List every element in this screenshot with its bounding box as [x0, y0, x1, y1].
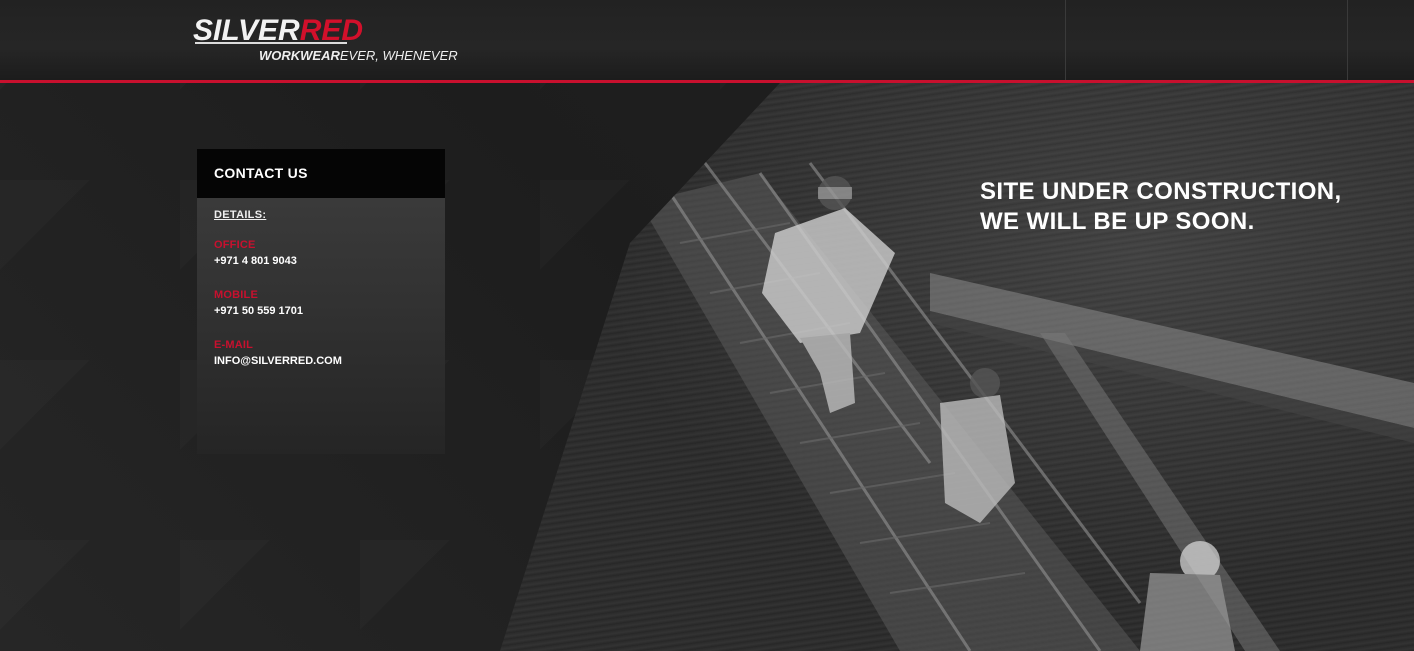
- hero-photo: [500, 83, 1414, 651]
- mobile-phone[interactable]: +971 50 559 1701: [214, 303, 428, 319]
- email-link[interactable]: INFO@SILVERRED.COM: [214, 353, 428, 369]
- details-label: DETAILS:: [214, 209, 267, 221]
- brand-logo[interactable]: SILVERRED WORKWEAREVER, WHENEVER: [193, 14, 458, 66]
- tagline-rest: EVER, WHENEVER: [339, 48, 458, 63]
- mobile-label: MOBILE: [214, 289, 258, 301]
- header-divider: [1065, 0, 1066, 80]
- contact-panel: CONTACT US DETAILS: OFFICE +971 4 801 90…: [197, 149, 445, 454]
- contact-body: DETAILS: OFFICE +971 4 801 9043 MOBILE +…: [197, 198, 445, 398]
- contact-title: CONTACT US: [197, 149, 445, 198]
- logo-underline: [195, 42, 347, 44]
- page: SILVERRED WORKWEAREVER, WHENEVER CONTACT…: [0, 0, 1414, 651]
- offshore-stairs-illustration: [640, 142, 1414, 651]
- header-divider: [1347, 0, 1348, 80]
- office-label: OFFICE: [214, 239, 256, 251]
- headline-line-1: SITE UNDER CONSTRUCTION,: [980, 178, 1342, 205]
- headline-line-2: WE WILL BE UP SOON.: [980, 208, 1255, 235]
- office-phone[interactable]: +971 4 801 9043: [214, 253, 428, 269]
- construction-headline: SITE UNDER CONSTRUCTION, WE WILL BE UP S…: [980, 177, 1342, 237]
- tagline-bold: WORKWEAR: [259, 48, 340, 63]
- email-label: E-MAIL: [214, 339, 254, 351]
- site-header: SILVERRED WORKWEAREVER, WHENEVER: [0, 0, 1414, 83]
- brand-tagline: WORKWEAREVER, WHENEVER: [259, 48, 458, 63]
